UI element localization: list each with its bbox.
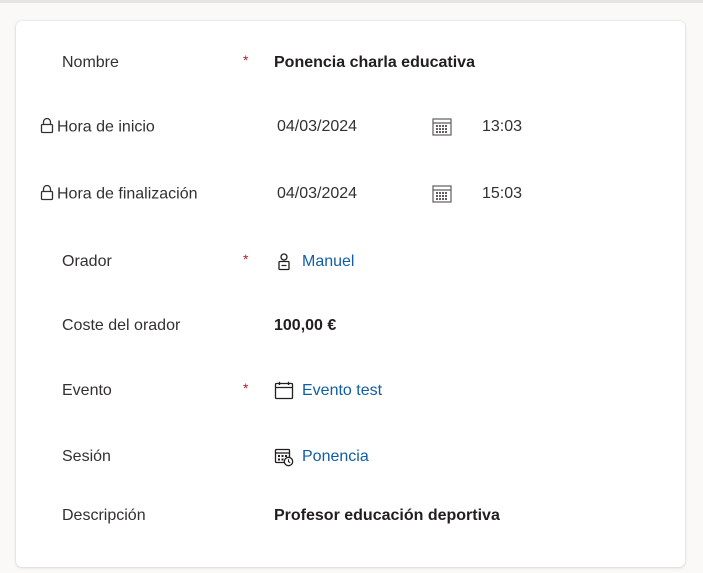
field-label: Hora de finalización [40,184,198,204]
top-divider [0,0,703,3]
field-label: Orador [62,253,112,270]
coste-input[interactable]: 100,00 € [274,317,336,335]
person-icon [278,253,290,271]
event-calendar-icon [274,381,294,400]
field-sesion: Sesión Ponencia [16,437,685,477]
field-hora-inicio: Hora de inicio 04/03/2024 13:03 [16,107,685,147]
lock-icon [40,184,54,201]
field-label: Coste del orador [62,317,181,334]
field-coste: Coste del orador 100,00 € [16,306,685,346]
field-label: Nombre [62,54,119,71]
field-label: Evento [62,382,112,399]
required-indicator: * [243,250,249,267]
field-label: Sesión [62,448,111,465]
calendar-icon[interactable] [431,183,453,205]
evento-lookup[interactable]: Evento test [274,381,382,401]
orador-lookup[interactable]: Manuel [274,252,354,272]
field-orador: Orador * Manuel [16,242,685,282]
nombre-input[interactable]: Ponencia charla educativa [274,54,475,72]
field-hora-fin: Hora de finalización 04/03/2024 15:03 [16,174,685,214]
evento-link[interactable]: Evento test [302,382,382,400]
lock-icon [40,117,54,134]
field-label-text: Hora de finalización [57,185,198,203]
required-indicator: * [243,379,249,396]
orador-link[interactable]: Manuel [302,253,354,271]
session-icon [274,448,294,467]
form-card: Nombre * Ponencia charla educativa Hora … [16,21,685,567]
required-indicator: * [243,51,249,68]
end-date-input[interactable]: 04/03/2024 [277,185,357,203]
field-descripcion: Descripción Profesor educación deportiva [16,496,685,536]
calendar-icon[interactable] [431,116,453,138]
field-nombre: Nombre * Ponencia charla educativa [16,43,685,83]
sesion-link[interactable]: Ponencia [302,448,369,466]
start-time-input[interactable]: 13:03 [482,118,522,136]
field-evento: Evento * Evento test [16,371,685,411]
sesion-lookup[interactable]: Ponencia [274,447,369,467]
end-time-input[interactable]: 15:03 [482,185,522,203]
field-label: Hora de inicio [40,117,155,137]
descripcion-input[interactable]: Profesor educación deportiva [274,507,500,525]
start-date-input[interactable]: 04/03/2024 [277,118,357,136]
field-label-text: Hora de inicio [57,118,155,136]
field-label: Descripción [62,507,146,524]
